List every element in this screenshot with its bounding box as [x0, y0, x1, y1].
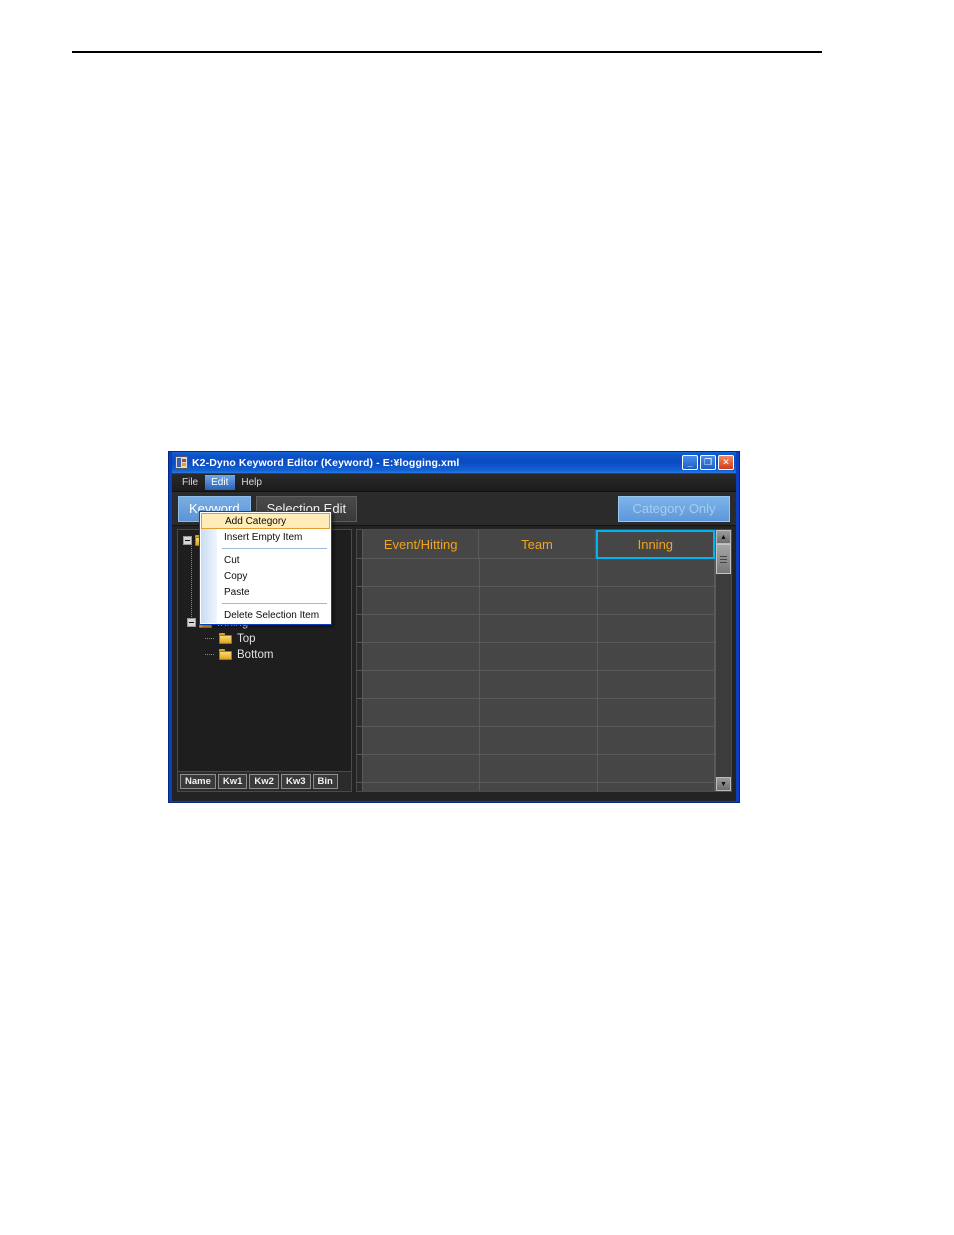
close-icon: ✕ — [722, 457, 730, 467]
tree-node-label: Top — [237, 632, 256, 645]
category-only-button[interactable]: Category Only — [618, 495, 730, 522]
application-window: K2-Dyno Keyword Editor (Keyword) - E:¥lo… — [168, 451, 740, 803]
page-header-rule — [72, 51, 822, 53]
keyword-grid-panel: Event/Hitting Team Inning ▲ ▼ — [356, 529, 732, 792]
grid-cell[interactable] — [362, 755, 481, 783]
grid-cell[interactable] — [362, 699, 481, 727]
menu-separator — [222, 603, 327, 604]
menu-separator — [222, 548, 327, 549]
grid-header-team[interactable]: Team — [479, 530, 596, 559]
grid-cell[interactable] — [480, 671, 598, 699]
expander-icon[interactable] — [187, 618, 196, 627]
grid-vertical-scrollbar[interactable]: ▲ ▼ — [715, 530, 731, 791]
tab-bin[interactable]: Bin — [312, 774, 338, 789]
folder-icon — [219, 649, 233, 660]
table-row[interactable] — [357, 671, 715, 699]
tab-kw2[interactable]: Kw2 — [249, 774, 279, 789]
table-row[interactable] — [357, 559, 715, 587]
menu-edit[interactable]: Edit — [205, 475, 236, 490]
menu-file[interactable]: File — [176, 475, 205, 490]
scroll-down-arrow-icon[interactable]: ▼ — [716, 777, 731, 791]
edit-dropdown-menu: Add Category Insert Empty Item Cut Copy … — [199, 511, 332, 625]
grid-cell[interactable] — [480, 587, 598, 615]
grid-cell[interactable] — [480, 559, 598, 587]
minimize-icon: _ — [687, 458, 693, 468]
table-row[interactable] — [357, 643, 715, 671]
expander-icon[interactable] — [183, 536, 192, 545]
grid-cell[interactable] — [480, 783, 598, 791]
menu-item-delete-selection-item[interactable]: Delete Selection Item — [200, 607, 331, 623]
menu-item-cut[interactable]: Cut — [200, 552, 331, 568]
grid-cell[interactable] — [362, 559, 481, 587]
grid-cell[interactable] — [597, 783, 715, 791]
tree-line-icon — [205, 634, 218, 643]
window-client-area: File Edit Help Keyword Selection Edit Ca… — [172, 473, 736, 801]
scroll-up-arrow-icon[interactable]: ▲ — [716, 530, 731, 544]
tab-kw1[interactable]: Kw1 — [217, 774, 248, 789]
grid-cell[interactable] — [362, 615, 481, 643]
grid-cell[interactable] — [597, 559, 715, 587]
grid-cell[interactable] — [480, 699, 598, 727]
grid-cell[interactable] — [480, 755, 598, 783]
tree-node-bottom[interactable]: Bottom — [178, 647, 351, 662]
keyword-grid: Event/Hitting Team Inning — [357, 530, 715, 791]
window-controls: _ ❐ ✕ — [682, 455, 734, 470]
title-bar: K2-Dyno Keyword Editor (Keyword) - E:¥lo… — [172, 452, 736, 473]
scrollbar-track[interactable] — [716, 574, 731, 777]
grid-header-event-hitting[interactable]: Event/Hitting — [362, 530, 480, 559]
grid-cell[interactable] — [362, 783, 481, 791]
tree-node-top[interactable]: Top — [178, 631, 351, 646]
menu-item-add-category[interactable]: Add Category — [201, 513, 330, 529]
minimize-button[interactable]: _ — [682, 455, 698, 470]
table-row[interactable] — [357, 615, 715, 643]
menu-help[interactable]: Help — [235, 475, 269, 490]
keyword-tab-strip: Name Kw1 Kw2 Kw3 Bin — [178, 771, 351, 791]
close-button[interactable]: ✕ — [718, 455, 734, 470]
grid-header-row: Event/Hitting Team Inning — [357, 530, 715, 559]
menu-bar: File Edit Help — [172, 474, 736, 492]
grid-cell[interactable] — [597, 755, 715, 783]
table-row[interactable] — [357, 727, 715, 755]
tab-name[interactable]: Name — [180, 774, 216, 789]
grid-cell[interactable] — [597, 671, 715, 699]
tree-line-icon — [205, 650, 218, 659]
tab-kw3[interactable]: Kw3 — [280, 774, 311, 789]
grid-cell[interactable] — [362, 587, 481, 615]
grid-cell[interactable] — [480, 727, 598, 755]
scrollbar-thumb[interactable] — [716, 544, 731, 574]
table-row[interactable] — [357, 699, 715, 727]
grid-cell[interactable] — [362, 643, 481, 671]
grid-cell[interactable] — [597, 587, 715, 615]
maximize-icon: ❐ — [703, 457, 713, 467]
table-row[interactable] — [357, 755, 715, 783]
grid-cell[interactable] — [480, 643, 598, 671]
grid-cell[interactable] — [362, 671, 481, 699]
grid-cell[interactable] — [362, 727, 481, 755]
folder-icon — [219, 633, 233, 644]
menu-item-paste[interactable]: Paste — [200, 584, 331, 600]
maximize-button[interactable]: ❐ — [700, 455, 716, 470]
grid-cell[interactable] — [597, 727, 715, 755]
grid-cell[interactable] — [597, 643, 715, 671]
window-title: K2-Dyno Keyword Editor (Keyword) - E:¥lo… — [192, 456, 460, 469]
tree-node-label: Bottom — [237, 648, 274, 661]
table-row[interactable] — [357, 783, 715, 791]
grid-cell[interactable] — [480, 615, 598, 643]
grid-header-inning[interactable]: Inning — [595, 530, 715, 559]
app-icon — [175, 456, 188, 469]
grid-cell[interactable] — [597, 615, 715, 643]
menu-item-copy[interactable]: Copy — [200, 568, 331, 584]
menu-item-insert-empty-item[interactable]: Insert Empty Item — [200, 529, 331, 545]
table-row[interactable] — [357, 587, 715, 615]
grid-cell[interactable] — [597, 699, 715, 727]
